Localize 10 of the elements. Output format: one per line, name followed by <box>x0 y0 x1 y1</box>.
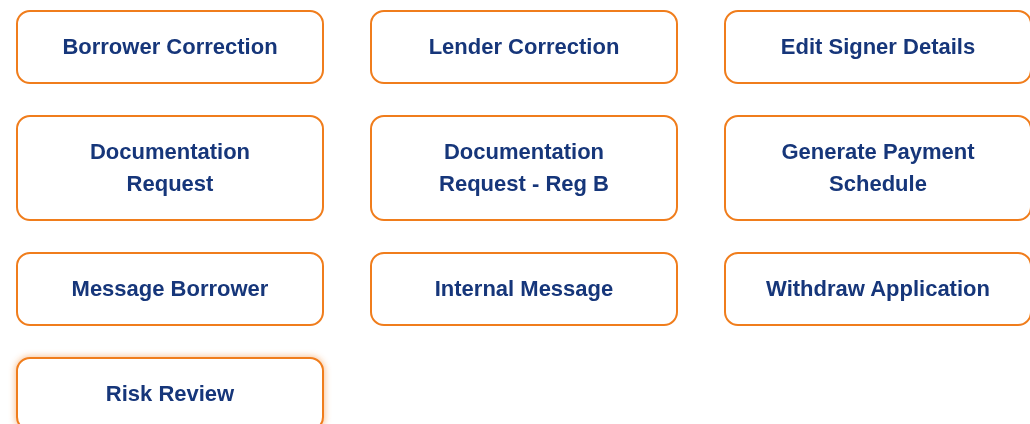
action-button[interactable]: Borrower Correction <box>16 10 324 84</box>
action-button[interactable]: Edit Signer Details <box>724 10 1030 84</box>
action-button[interactable]: Generate Payment Schedule <box>724 115 1030 221</box>
action-button[interactable]: Withdraw Application <box>724 252 1030 326</box>
action-button[interactable]: Lender Correction <box>370 10 678 84</box>
action-button[interactable]: Documentation Request <box>16 115 324 221</box>
action-button[interactable]: Documentation Request - Reg B <box>370 115 678 221</box>
action-button[interactable]: Message Borrower <box>16 252 324 326</box>
action-button[interactable]: Internal Message <box>370 252 678 326</box>
action-button[interactable]: Risk Review <box>16 357 324 424</box>
